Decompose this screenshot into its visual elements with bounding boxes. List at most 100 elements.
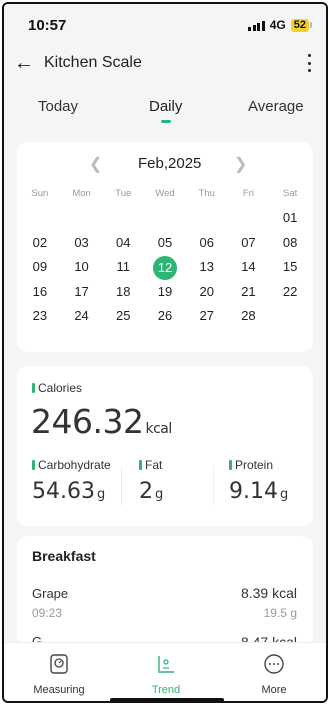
weekday-row: Sun Mon Tue Wed Thu Fri Sat <box>19 186 311 200</box>
more-icon <box>264 654 284 674</box>
fat-label: Fat <box>139 458 162 472</box>
status-time: 10:57 <box>28 17 67 34</box>
protein-unit: g <box>279 487 289 502</box>
calendar-empty-cell <box>102 207 144 229</box>
weekday-label: Wed <box>155 187 175 199</box>
calendar-day[interactable]: 21 <box>228 281 270 303</box>
next-month-icon[interactable]: ❯ <box>234 154 247 174</box>
nav-more[interactable]: More <box>234 653 314 696</box>
calendar-day-number: 02 <box>32 234 48 250</box>
trend-icon <box>158 656 174 673</box>
more-options-icon[interactable] <box>306 54 312 72</box>
calendar-day[interactable]: 22 <box>269 281 311 303</box>
calendar-day[interactable]: 17 <box>61 281 103 303</box>
calories-value-row: 246.32 kcal <box>31 402 172 441</box>
food-item-weight: 19.5 g <box>263 606 297 620</box>
calendar-day-selected[interactable]: 12 <box>144 256 186 281</box>
calendar-header: ❮ Feb,2025 ❯ <box>17 154 313 174</box>
calendar-empty-cell <box>61 207 103 229</box>
phone-screen: 10:57 4G 52 ← Kitchen Scale Today Daily … <box>2 2 328 703</box>
calendar-day-number: 23 <box>32 308 48 324</box>
calendar-day[interactable]: 24 <box>61 305 103 327</box>
tab-bar: Today Daily Average <box>4 92 326 126</box>
battery-icon: 52 <box>290 18 312 32</box>
carbohydrate-unit: g <box>96 487 106 502</box>
calendar-day[interactable]: 01 <box>269 207 311 229</box>
calendar-day[interactable]: 28 <box>228 305 270 327</box>
calendar-day-number: 13 <box>199 259 214 275</box>
calendar-day-number: 25 <box>116 308 131 324</box>
food-item-time: 09:23 <box>32 606 63 620</box>
calendar-day[interactable]: 26 <box>144 305 186 327</box>
calendar-day[interactable]: 16 <box>19 281 61 303</box>
calendar-day-number: 06 <box>199 234 214 250</box>
prev-month-icon[interactable]: ❮ <box>89 154 102 174</box>
calendar-day-number: 27 <box>199 308 214 324</box>
calendar-day-number: 12 <box>152 256 177 281</box>
calendar-day-number: 07 <box>241 234 256 250</box>
tab-average[interactable]: Average <box>248 98 304 115</box>
nav-measuring[interactable]: Measuring <box>19 653 99 696</box>
calendar-day-number: 26 <box>157 308 173 324</box>
carbohydrate-label: Carbohydrate <box>32 458 111 472</box>
weekday-label: Mon <box>72 187 91 199</box>
calendar-day-number: 17 <box>74 283 89 299</box>
fat-value: 2 <box>139 479 153 504</box>
calendar-day-number: 03 <box>74 234 89 250</box>
calendar-day[interactable]: 08 <box>269 232 311 254</box>
calendar-day-number: 21 <box>241 283 256 299</box>
calendar-empty-cell <box>144 207 186 229</box>
calendar-day[interactable]: 15 <box>269 256 311 278</box>
calendar-day-number: 28 <box>241 308 256 324</box>
calendar-week-row: 23 24 25 26 27 28 <box>19 304 311 329</box>
app-bar: ← Kitchen Scale <box>4 44 326 84</box>
food-item-name[interactable]: Grape <box>32 586 68 601</box>
nav-trend[interactable]: Trend <box>126 653 206 696</box>
calendar-day[interactable]: 03 <box>61 232 103 254</box>
calendar-day-number: 15 <box>282 259 298 275</box>
calendar-day[interactable]: 11 <box>102 256 144 278</box>
calendar-day-number: 16 <box>32 283 48 299</box>
calendar-week-row: 02 03 04 05 06 07 08 <box>19 231 311 256</box>
tab-daily[interactable]: Daily <box>149 98 182 115</box>
calendar-day-number: 14 <box>241 259 256 275</box>
calendar-day[interactable]: 07 <box>228 232 270 254</box>
calendar-day[interactable]: 25 <box>102 305 144 327</box>
calendar-day[interactable]: 10 <box>61 256 103 278</box>
calendar-day-number: 18 <box>116 283 131 299</box>
calendar-day[interactable]: 19 <box>144 281 186 303</box>
weekday-label: Sat <box>283 187 298 199</box>
calendar-day[interactable]: 09 <box>19 256 61 278</box>
calendar-day-number: 22 <box>282 283 298 299</box>
carbohydrate-value-row: 54.63 g <box>32 479 105 504</box>
calendar-day[interactable]: 27 <box>186 305 228 327</box>
calendar-day-number: 05 <box>157 234 173 250</box>
protein-value-row: 9.14 g <box>229 479 288 504</box>
bottom-nav: Measuring Trend More <box>4 642 326 701</box>
breakfast-card: Breakfast Grape 8.39 kcal 09:23 19.5 g G… <box>17 536 313 646</box>
page-title: Kitchen Scale <box>44 54 142 71</box>
calendar-day-number: 01 <box>282 210 298 226</box>
back-arrow-icon[interactable]: ← <box>14 52 34 75</box>
weekday-label: Sun <box>31 187 49 199</box>
calendar-day[interactable]: 06 <box>186 232 228 254</box>
protein-label: Protein <box>229 458 273 472</box>
calendar-day[interactable]: 02 <box>19 232 61 254</box>
calendar-day[interactable]: 04 <box>102 232 144 254</box>
calendar-empty-cell <box>228 207 270 229</box>
tab-today[interactable]: Today <box>38 98 78 115</box>
nav-measuring-label: Measuring <box>33 684 85 696</box>
calories-label: Calories <box>32 381 82 395</box>
signal-icon <box>248 20 265 31</box>
calendar-day[interactable]: 23 <box>19 305 61 327</box>
calendar-day[interactable]: 13 <box>186 256 228 278</box>
calendar-day[interactable]: 20 <box>186 281 228 303</box>
calendar-day-number: 24 <box>74 308 89 324</box>
calendar-day[interactable]: 14 <box>228 256 270 278</box>
home-indicator <box>110 698 224 701</box>
status-bar: 10:57 4G 52 <box>4 4 326 44</box>
calendar-day[interactable]: 05 <box>144 232 186 254</box>
nutrition-card: Calories 246.32 kcal Carbohydrate Fat Pro… <box>17 366 313 526</box>
calories-unit: kcal <box>145 421 172 437</box>
calendar-day[interactable]: 18 <box>102 281 144 303</box>
